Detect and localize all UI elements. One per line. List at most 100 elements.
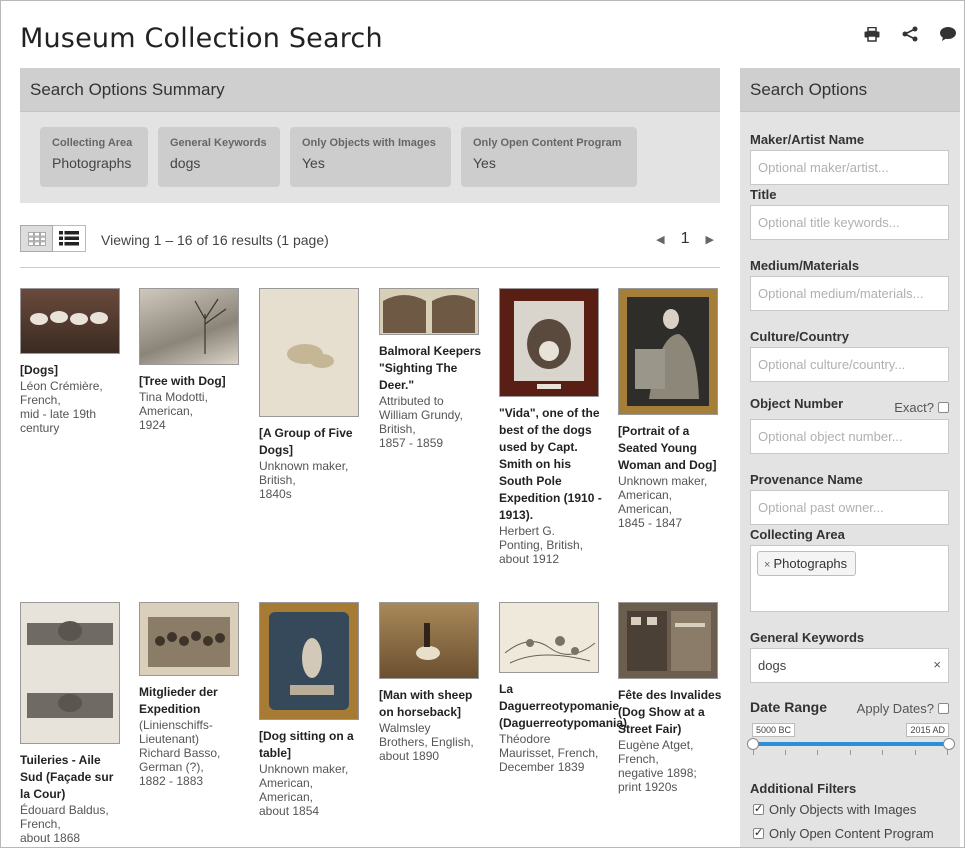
only-open-checkbox[interactable] [753,826,764,839]
exact-checkbox[interactable] [938,402,949,413]
result-card[interactable]: [Portrait of a Seated Young Woman and Do… [618,288,723,530]
result-meta: Théodore Maurisset, French, December 183… [499,732,599,774]
result-title[interactable]: Fête des Invalides (Dog Show at a Street… [618,687,723,738]
result-card[interactable]: "Vida", one of the best of the dogs used… [499,288,604,566]
result-meta: Léon Crémière, French, mid - late 19th c… [20,379,103,435]
collecting-area-tag[interactable]: × Photographs [757,551,857,576]
medium-input[interactable] [750,276,949,311]
provenance-input[interactable] [750,490,949,525]
list-view-icon [59,231,79,246]
summary-chip-keywords[interactable]: General Keywords dogs [158,127,280,187]
result-title[interactable]: Mitglieder der Expedition [139,684,244,718]
date-range-labels: 5000 BC 2015 AD [750,723,949,739]
page-frame: Museum Collection Search Search Options … [0,0,965,848]
thumbnail-image[interactable] [259,602,359,720]
result-card[interactable]: Tuileries - Aile Sud (Façade sur la Cour… [20,602,125,845]
result-card[interactable]: [Tree with Dog] Tina Modotti, American, … [139,288,244,432]
exact-label: Exact? [894,400,934,415]
date-range-ticks [753,750,948,756]
thumbnail-image[interactable] [259,288,359,417]
result-meta: Unknown maker, British, 1840s [259,459,349,501]
chip-label: Only Objects with Images [302,137,436,149]
result-title[interactable]: Tuileries - Aile Sud (Façade sur la Cour… [20,752,125,803]
exact-toggle[interactable]: Exact? [894,400,949,415]
result-title[interactable]: [Dog sitting on a table] [259,728,364,762]
thumbnail-image[interactable] [618,602,718,679]
chip-value: Yes [473,155,496,171]
result-title[interactable]: La Daguerreotypomanie (Daguerreotypomani… [499,681,627,732]
share-icon[interactable] [900,25,920,43]
list-view-button[interactable] [53,225,86,252]
grid-view-button[interactable] [20,225,53,252]
only-open-label: Only Open Content Program [769,826,934,841]
only-images-checkbox[interactable] [753,802,764,815]
chip-value: Photographs [52,155,132,171]
date-range-min-handle[interactable] [747,738,759,750]
remove-tag-icon[interactable]: × [764,559,770,571]
search-options-summary: Search Options Summary Collecting Area P… [20,68,720,203]
view-toggle [20,225,86,252]
keywords-input[interactable] [750,648,949,683]
summary-chip-only-images[interactable]: Only Objects with Images Yes [290,127,451,187]
summary-chip-collecting-area[interactable]: Collecting Area Photographs [40,127,148,187]
result-card[interactable]: Mitglieder der Expedition (Linienschiffs… [139,602,244,788]
result-title[interactable]: [Tree with Dog] [139,373,244,390]
page-title: Museum Collection Search [20,23,383,54]
title-input[interactable] [750,205,949,240]
additional-filters-label: Additional Filters [750,781,857,796]
result-card[interactable]: [Dogs] Léon Crémière, French, mid - late… [20,288,125,435]
result-card[interactable]: La Daguerreotypomanie (Daguerreotypomani… [499,602,627,774]
chip-label: General Keywords [170,137,267,149]
filter-only-images[interactable]: Only Objects with Images [753,802,916,817]
result-meta: Édouard Baldus, French, about 1868 [20,803,109,845]
result-card[interactable]: Balmoral Keepers "Sighting The Deer." At… [379,288,484,450]
thumbnail-image[interactable] [20,288,120,354]
comment-icon[interactable] [938,25,958,43]
chevron-left-icon[interactable]: ◀ [656,233,664,246]
thumbnail-image[interactable] [379,602,479,679]
result-title[interactable]: "Vida", one of the best of the dogs used… [499,405,604,524]
collecting-area-select[interactable]: × Photographs [750,545,949,612]
date-max-label: 2015 AD [906,723,949,737]
thumbnail-image[interactable] [499,602,599,673]
thumbnail-image[interactable] [139,602,239,676]
apply-dates-toggle[interactable]: Apply Dates? [857,701,949,716]
maker-input[interactable] [750,150,949,185]
result-meta: Unknown maker, American, American, 1845 … [618,474,708,530]
apply-dates-label: Apply Dates? [856,701,934,716]
thumbnail-image[interactable] [379,288,479,335]
result-title[interactable]: Balmoral Keepers "Sighting The Deer." [379,343,484,394]
print-icon[interactable] [862,25,882,43]
filter-only-open-content[interactable]: Only Open Content Program [753,826,934,841]
culture-input[interactable] [750,347,949,382]
clear-keywords-icon[interactable]: × [933,657,941,672]
thumbnail-image[interactable] [139,288,239,365]
results-toolbar: Viewing 1 – 16 of 16 results (1 page) ◀ … [20,225,720,268]
chevron-right-icon[interactable]: ▶ [706,233,714,246]
date-range-track[interactable] [753,742,948,746]
object-number-input[interactable] [750,419,949,454]
result-meta: Unknown maker, American, American, about… [259,762,349,818]
date-range-max-handle[interactable] [943,738,955,750]
result-title[interactable]: [Portrait of a Seated Young Woman and Do… [618,423,723,474]
result-title[interactable]: [Dogs] [20,362,125,379]
maker-label: Maker/Artist Name [750,132,865,147]
thumbnail-image[interactable] [20,602,120,744]
result-card[interactable]: Fête des Invalides (Dog Show at a Street… [618,602,723,794]
result-meta: Eugène Atget, French, negative 1898; pri… [618,738,697,794]
summary-heading: Search Options Summary [20,68,720,112]
result-title[interactable]: [Man with sheep on horseback] [379,687,484,721]
culture-label: Culture/Country [750,329,849,344]
apply-dates-checkbox[interactable] [938,703,949,714]
result-card[interactable]: [A Group of Five Dogs] Unknown maker, Br… [259,288,364,501]
thumbnail-image[interactable] [618,288,718,415]
page-number[interactable]: 1 [681,230,690,248]
summary-chip-open-content[interactable]: Only Open Content Program Yes [461,127,637,187]
thumbnail-image[interactable] [499,288,599,397]
result-card[interactable]: [Dog sitting on a table] Unknown maker, … [259,602,364,818]
grid-view-icon [27,231,46,246]
tag-label: Photographs [773,556,848,571]
result-card[interactable]: [Man with sheep on horseback] Walmsley B… [379,602,484,763]
result-title[interactable]: [A Group of Five Dogs] [259,425,364,459]
collecting-area-label: Collecting Area [750,527,845,542]
